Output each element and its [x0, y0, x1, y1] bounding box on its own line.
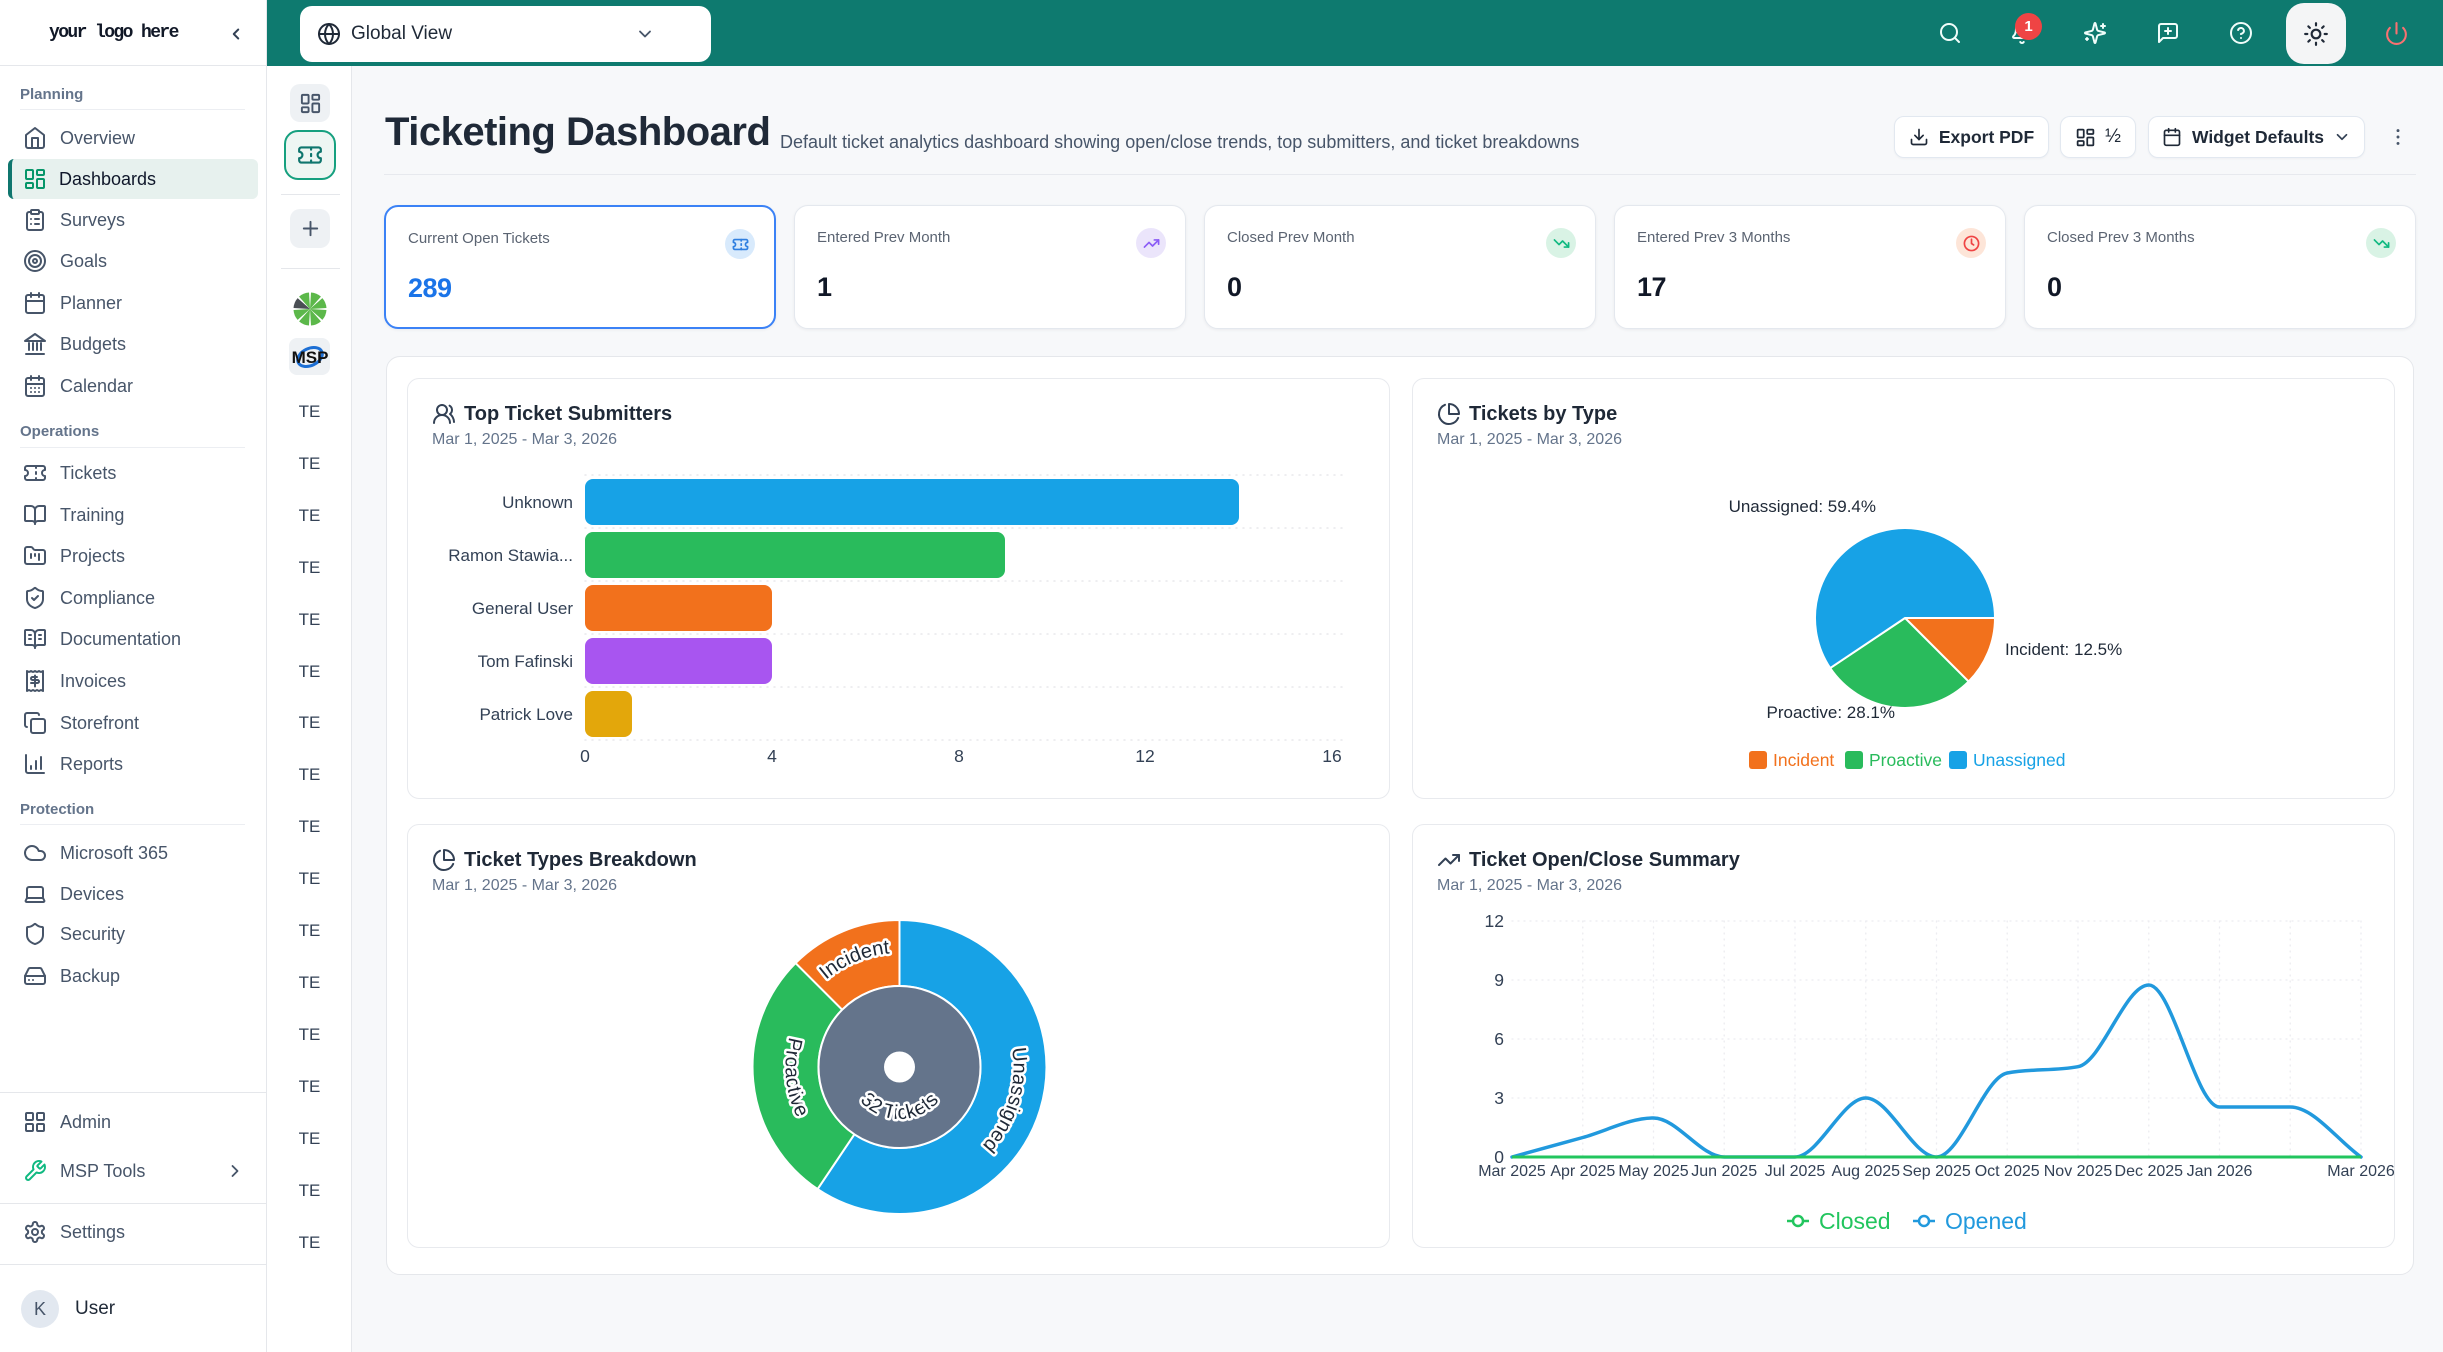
svg-text:Opened: Opened — [1945, 1208, 2027, 1234]
svg-text:Apr 2025: Apr 2025 — [1550, 1163, 1615, 1180]
svg-text:Jan 2026: Jan 2026 — [2187, 1163, 2253, 1180]
svg-text:9: 9 — [1494, 970, 1504, 990]
svg-text:Jun 2025: Jun 2025 — [1691, 1163, 1757, 1180]
svg-text:Ramon Stawia...: Ramon Stawia... — [448, 546, 573, 565]
svg-text:12: 12 — [1485, 911, 1504, 931]
svg-text:Incident: 12.5%: Incident: 12.5% — [2005, 640, 2122, 659]
svg-text:Unknown: Unknown — [502, 493, 573, 512]
svg-text:8: 8 — [954, 746, 964, 766]
svg-text:4: 4 — [767, 746, 777, 766]
svg-text:Proactive: 28.1%: Proactive: 28.1% — [1766, 703, 1895, 722]
svg-text:Nov 2025: Nov 2025 — [2044, 1163, 2113, 1180]
svg-text:Aug 2025: Aug 2025 — [1832, 1163, 1901, 1180]
svg-text:12: 12 — [1135, 746, 1154, 766]
svg-text:3: 3 — [1494, 1088, 1504, 1108]
svg-text:Oct 2025: Oct 2025 — [1975, 1163, 2040, 1180]
svg-text:Mar 2026: Mar 2026 — [2327, 1163, 2395, 1180]
svg-text:General User: General User — [472, 599, 573, 618]
svg-text:Unassigned: 59.4%: Unassigned: 59.4% — [1729, 497, 1876, 516]
svg-text:Tom Fafinski: Tom Fafinski — [478, 652, 573, 671]
svg-text:MSP: MSP — [291, 348, 328, 367]
svg-text:6: 6 — [1494, 1029, 1504, 1049]
svg-text:Incident: Incident — [1773, 750, 1834, 770]
svg-text:Mar 2025: Mar 2025 — [1478, 1163, 1546, 1180]
svg-text:Patrick Love: Patrick Love — [479, 705, 573, 724]
svg-text:16: 16 — [1322, 746, 1341, 766]
svg-text:Sep 2025: Sep 2025 — [1902, 1163, 1971, 1180]
svg-text:May 2025: May 2025 — [1618, 1163, 1688, 1180]
svg-text:Dec 2025: Dec 2025 — [2115, 1163, 2184, 1180]
svg-text:Proactive: Proactive — [1869, 750, 1942, 770]
svg-text:0: 0 — [580, 746, 590, 766]
svg-text:Jul 2025: Jul 2025 — [1765, 1163, 1826, 1180]
svg-text:Unassigned: Unassigned — [1973, 750, 2065, 770]
svg-text:Closed: Closed — [1819, 1208, 1891, 1234]
